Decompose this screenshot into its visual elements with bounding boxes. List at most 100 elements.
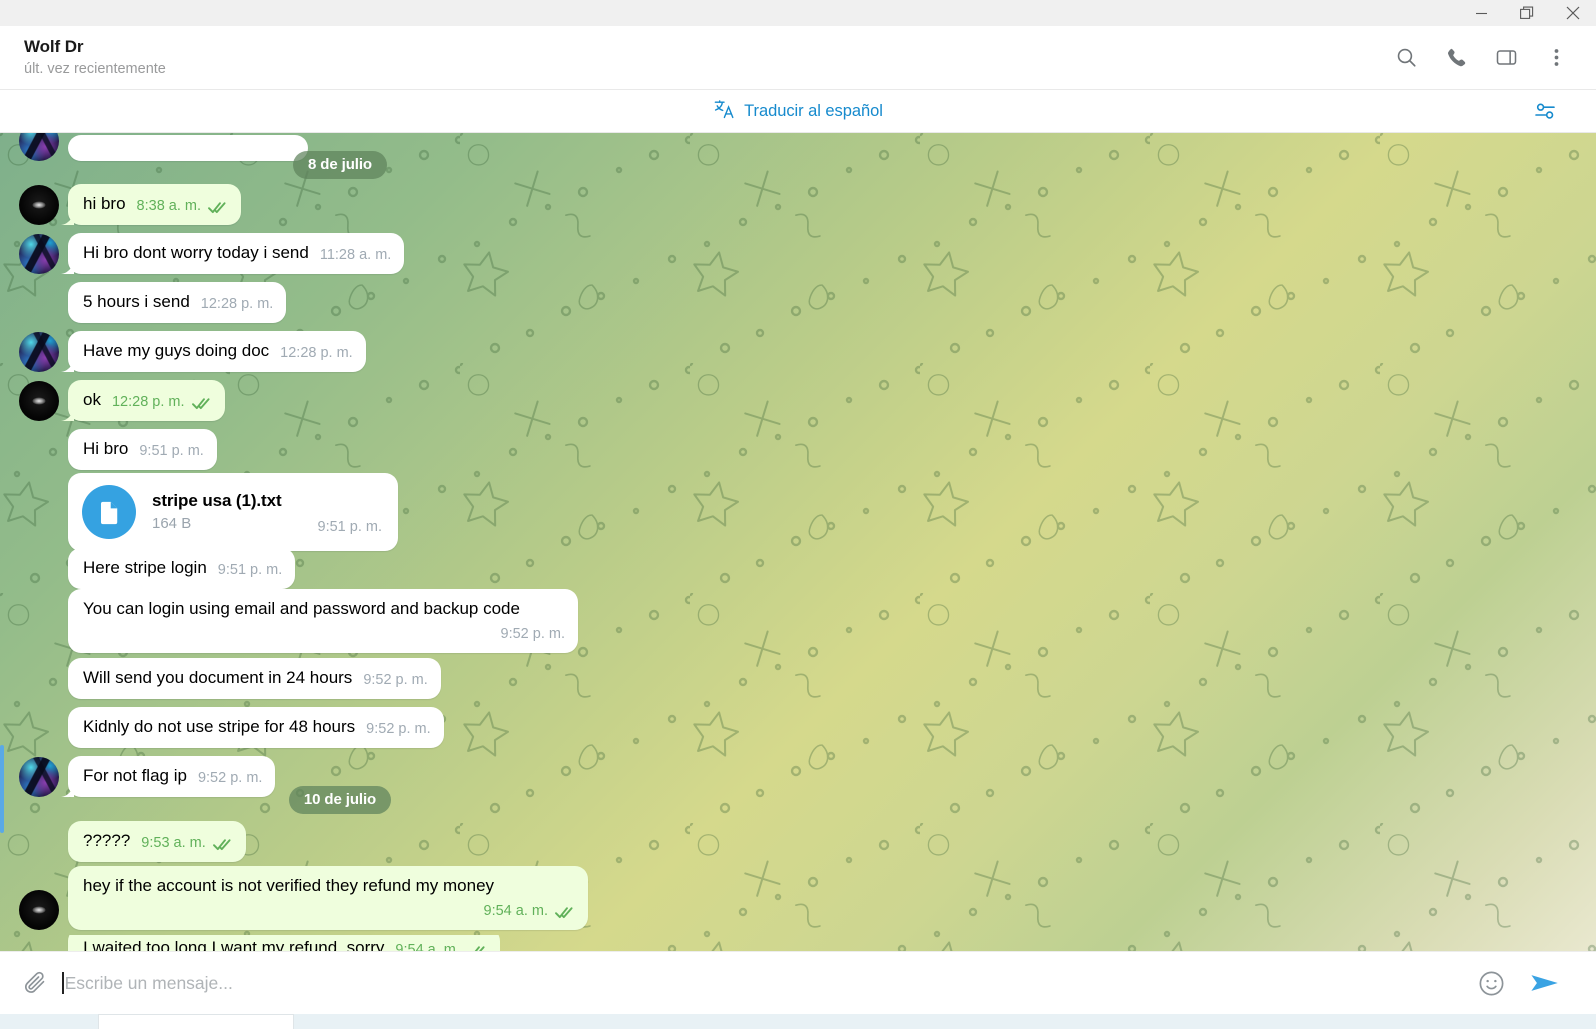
message-row[interactable]: hi bro 8:38 a. m.: [0, 184, 242, 225]
message-time: 9:53 a. m.: [141, 835, 206, 851]
file-attachment[interactable]: stripe usa (1).txt 164 B 9:51 p. m.: [68, 473, 398, 551]
message-bubble[interactable]: ok 12:28 p. m.: [68, 380, 225, 421]
chat-header[interactable]: Wolf Dr últ. vez recientemente: [0, 26, 1596, 90]
smiley-icon[interactable]: [1477, 969, 1506, 998]
message-input-wrap[interactable]: [62, 972, 1477, 994]
paperclip-icon[interactable]: [8, 970, 62, 997]
message-row[interactable]: stripe usa (1).txt 164 B 9:51 p. m.: [0, 473, 398, 551]
message-time: 9:52 p. m.: [366, 721, 431, 737]
message-time: 9:51 p. m.: [217, 562, 283, 578]
message-row[interactable]: ok 12:28 p. m.: [0, 380, 225, 421]
message-container: 8 de julio hi bro 8:38 a. m. Hi bro dont…: [0, 133, 1596, 951]
chat-header-info[interactable]: Wolf Dr últ. vez recientemente: [0, 36, 1384, 79]
window-close-button[interactable]: [1550, 0, 1596, 26]
message-bubble[interactable]: ????? 9:53 a. m.: [68, 821, 246, 862]
message-time: 12:28 p. m.: [111, 394, 185, 410]
date-divider: 8 de julio: [0, 151, 680, 179]
message-row[interactable]: Hi bro 9:51 p. m.: [0, 429, 217, 470]
read-receipt-icon: [208, 201, 228, 214]
message-row[interactable]: hey if the account is not verified they …: [0, 866, 588, 930]
message-time: 9:54 a. m.: [395, 942, 460, 951]
message-row[interactable]: Here stripe login 9:51 p. m.: [0, 548, 296, 589]
translate-bar: Traducir al español: [0, 90, 1596, 133]
phone-icon[interactable]: [1434, 36, 1478, 80]
message-bubble[interactable]: Hi bro 9:51 p. m.: [68, 429, 217, 470]
message-composer: [0, 951, 1596, 1014]
chat-scrollbar[interactable]: [0, 745, 4, 833]
message-row[interactable]: Hi bro dont worry today i send 11:28 a. …: [0, 233, 405, 274]
window-maximize-button[interactable]: [1504, 0, 1550, 26]
more-icon[interactable]: [1534, 36, 1578, 80]
window-minimize-button[interactable]: [1458, 0, 1504, 26]
read-receipt-icon: [555, 906, 575, 919]
message-text: Hi bro: [83, 439, 129, 458]
message-text: For not flag ip: [83, 766, 187, 785]
message-bubble[interactable]: Kidnly do not use stripe for 48 hours 9:…: [68, 707, 444, 748]
message-text: ok: [83, 390, 101, 409]
message-row[interactable]: Will send you document in 24 hours 9:52 …: [0, 658, 441, 699]
composer-actions: [1477, 966, 1596, 1000]
chat-header-actions: [1384, 36, 1596, 80]
message-text: I waited too long I want my refund. sorr…: [83, 938, 385, 951]
message-time: 9:54 a. m.: [483, 903, 548, 919]
message-meta: 12:28 p. m.: [112, 391, 212, 413]
message-bubble[interactable]: Here stripe login 9:51 p. m.: [68, 548, 296, 589]
message-row[interactable]: I waited too long I want my refund. sorr…: [0, 935, 500, 951]
send-icon[interactable]: [1528, 966, 1562, 1000]
read-receipt-icon: [212, 838, 233, 851]
message-row[interactable]: 5 hours i send 12:28 p. m.: [0, 282, 287, 323]
message-bubble[interactable]: I waited too long I want my refund. sorr…: [68, 935, 500, 951]
chat-message-list[interactable]: 8 de julio hi bro 8:38 a. m. Hi bro dont…: [0, 133, 1596, 951]
message-bubble[interactable]: stripe usa (1).txt 164 B 9:51 p. m.: [68, 473, 398, 551]
text-caret: [62, 972, 64, 994]
message-bubble[interactable]: Will send you document in 24 hours 9:52 …: [68, 658, 441, 699]
translate-button[interactable]: Traducir al español: [713, 98, 883, 125]
avatar[interactable]: [19, 185, 59, 225]
message-bubble[interactable]: Hi bro dont worry today i send 11:28 a. …: [68, 233, 405, 274]
message-bubble[interactable]: hi bro 8:38 a. m.: [68, 184, 242, 225]
message-meta: 9:51 p. m.: [139, 440, 203, 462]
message-text: Hi bro dont worry today i send: [83, 243, 309, 262]
message-meta: 9:52 p. m.: [363, 669, 427, 691]
message-time: 9:52 p. m.: [363, 672, 428, 688]
message-bubble[interactable]: hey if the account is not verified they …: [68, 866, 588, 930]
message-meta: 12:28 p. m.: [201, 293, 274, 315]
message-text: Have my guys doing doc: [83, 341, 270, 360]
search-icon[interactable]: [1384, 36, 1428, 80]
message-meta: 9:54 a. m.: [395, 939, 486, 951]
message-time: 8:38 a. m.: [136, 198, 202, 214]
chat-title: Wolf Dr: [24, 37, 84, 56]
sidebar-icon[interactable]: [1484, 36, 1528, 80]
date-divider: 10 de julio: [0, 786, 680, 814]
chat-status: últ. vez recientemente: [24, 61, 166, 77]
message-meta: 9:52 p. m.: [501, 623, 565, 645]
message-text: Will send you document in 24 hours: [83, 668, 353, 687]
file-name: stripe usa (1).txt: [152, 491, 282, 510]
message-row[interactable]: ????? 9:53 a. m.: [0, 821, 246, 862]
message-row[interactable]: Have my guys doing doc 12:28 p. m.: [0, 331, 366, 372]
message-input[interactable]: [64, 972, 1477, 994]
avatar[interactable]: [19, 332, 59, 372]
message-row[interactable]: Kidnly do not use stripe for 48 hours 9:…: [0, 707, 444, 748]
message-row[interactable]: You can login using email and password a…: [0, 589, 578, 653]
read-receipt-icon: [191, 397, 212, 410]
avatar[interactable]: [19, 890, 59, 930]
telegram-window: Wolf Dr últ. vez recientemente Traducir …: [0, 0, 1596, 1029]
taskbar-item[interactable]: [98, 1014, 294, 1029]
message-text: Kidnly do not use stripe for 48 hours: [83, 717, 356, 736]
message-bubble[interactable]: You can login using email and password a…: [68, 589, 578, 653]
message-bubble[interactable]: Have my guys doing doc 12:28 p. m.: [68, 331, 366, 372]
message-text: You can login using email and password a…: [83, 599, 520, 618]
message-meta: 9:54 a. m.: [484, 900, 575, 922]
document-icon: [82, 485, 136, 539]
message-bubble[interactable]: 5 hours i send 12:28 p. m.: [68, 282, 287, 323]
message-time: 11:28 a. m.: [319, 247, 392, 263]
avatar[interactable]: [19, 234, 59, 274]
file-meta: stripe usa (1).txt 164 B: [152, 490, 302, 534]
message-text: hi bro: [83, 194, 126, 213]
avatar[interactable]: [19, 381, 59, 421]
message-time: 12:28 p. m.: [200, 296, 274, 312]
translate-settings-icon[interactable]: [1530, 96, 1560, 126]
message-time: 9:52 p. m.: [500, 626, 565, 642]
message-meta: 9:53 a. m.: [141, 832, 232, 854]
